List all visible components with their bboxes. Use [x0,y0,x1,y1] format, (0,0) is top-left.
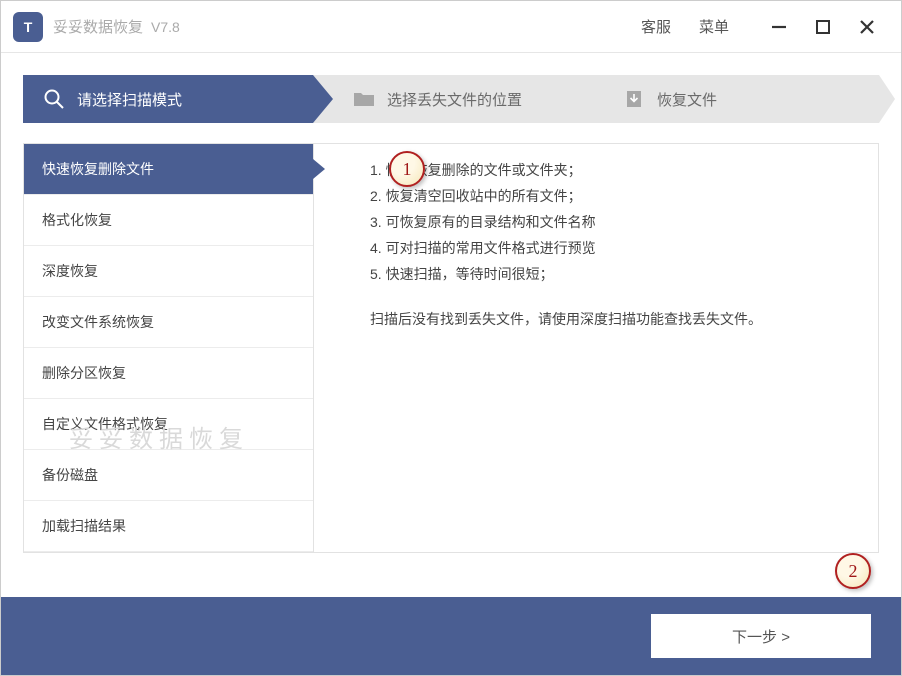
content-area: 请选择扫描模式 选择丢失文件的位置 恢复文件 快速恢复删除文件 格式化恢复 深度… [1,53,901,553]
titlebar: T 妥妥数据恢复 V7.8 客服 菜单 [1,1,901,53]
desc-line: 2. 恢复清空回收站中的所有文件； [370,184,858,210]
sidebar-item-label: 改变文件系统恢复 [42,312,154,332]
maximize-button[interactable] [801,8,845,46]
sidebar-item-label: 加载扫描结果 [42,516,126,536]
desc-line: 1. 快速恢复删除的文件或文件夹； [370,158,858,184]
step-label: 恢复文件 [657,89,717,110]
step-location[interactable]: 选择丢失文件的位置 [313,75,593,123]
sidebar-item-label: 快速恢复删除文件 [42,159,154,179]
download-icon [623,88,645,110]
mode-load-scan-result[interactable]: 加载扫描结果 [24,501,313,552]
step-label: 请选择扫描模式 [77,89,182,110]
annotation-badge-1: 1 [389,151,425,187]
desc-line: 3. 可恢复原有的目录结构和文件名称 [370,210,858,236]
main-panel: 快速恢复删除文件 格式化恢复 深度恢复 改变文件系统恢复 删除分区恢复 自定义文… [23,143,879,553]
mode-format-recover[interactable]: 格式化恢复 [24,195,313,246]
sidebar-item-label: 深度恢复 [42,261,98,281]
close-button[interactable] [845,8,889,46]
support-link[interactable]: 客服 [641,16,671,37]
footer-bar: 下一步 > [1,597,901,675]
annotation-badge-2: 2 [835,553,871,589]
desc-note: 扫描后没有找到丢失文件，请使用深度扫描功能查找丢失文件。 [370,307,858,333]
mode-filesystem-change-recover[interactable]: 改变文件系统恢复 [24,297,313,348]
step-label: 选择丢失文件的位置 [387,89,522,110]
step-scan-mode[interactable]: 请选择扫描模式 [23,75,313,123]
window-buttons [757,8,889,46]
mode-quick-delete-recover[interactable]: 快速恢复删除文件 [24,144,313,195]
app-version: V7.8 [151,19,180,35]
mode-delete-partition-recover[interactable]: 删除分区恢复 [24,348,313,399]
minimize-button[interactable] [757,8,801,46]
mode-description: 1. 快速恢复删除的文件或文件夹； 2. 恢复清空回收站中的所有文件； 3. 可… [314,144,878,552]
mode-custom-format-recover[interactable]: 自定义文件格式恢复 [24,399,313,450]
menu-link[interactable]: 菜单 [699,16,729,37]
mode-deep-recover[interactable]: 深度恢复 [24,246,313,297]
search-icon [43,88,65,110]
app-logo: T [13,12,43,42]
desc-line: 5. 快速扫描，等待时间很短； [370,262,858,288]
sidebar-item-label: 备份磁盘 [42,465,98,485]
folder-icon [353,88,375,110]
next-button[interactable]: 下一步 > [651,614,871,658]
step-recover[interactable]: 恢复文件 [593,75,879,123]
mode-sidebar: 快速恢复删除文件 格式化恢复 深度恢复 改变文件系统恢复 删除分区恢复 自定义文… [24,144,314,552]
step-bar: 请选择扫描模式 选择丢失文件的位置 恢复文件 [23,75,879,123]
sidebar-item-label: 删除分区恢复 [42,363,126,383]
desc-line: 4. 可对扫描的常用文件格式进行预览 [370,236,858,262]
mode-backup-disk[interactable]: 备份磁盘 [24,450,313,501]
sidebar-item-label: 格式化恢复 [42,210,112,230]
app-title: 妥妥数据恢复 [53,16,143,37]
sidebar-item-label: 自定义文件格式恢复 [42,414,168,434]
